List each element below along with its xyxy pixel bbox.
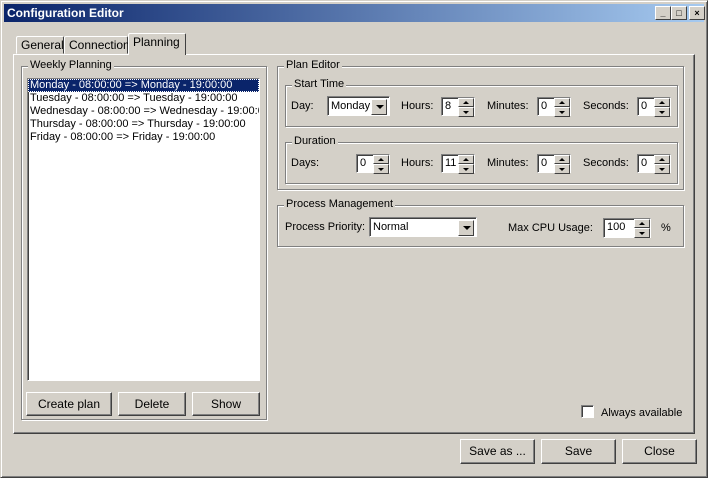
spin-down-icon[interactable] — [634, 228, 650, 238]
spin-up-icon[interactable] — [654, 155, 670, 164]
spin-up-icon[interactable] — [458, 98, 474, 107]
start-minutes-stepper[interactable]: 0 — [537, 97, 571, 117]
start-hours-value: 8 — [445, 100, 452, 112]
day-label: Day: — [291, 100, 314, 112]
max-cpu-label: Max CPU Usage: — [508, 222, 593, 234]
duration-minutes-stepper[interactable]: 0 — [537, 154, 571, 174]
duration-hours-stepper[interactable]: 11 — [441, 154, 475, 174]
list-item[interactable]: Monday - 08:00:00 => Monday - 19:00:00 — [28, 79, 259, 92]
process-management-legend: Process Management — [284, 198, 395, 210]
list-item[interactable]: Wednesday - 08:00:00 => Wednesday - 19:0… — [28, 105, 259, 118]
minimize-button[interactable]: _ — [655, 6, 671, 20]
duration-minutes-label: Minutes: — [487, 157, 529, 169]
duration-hours-value: 11 — [445, 157, 457, 169]
spin-down-icon[interactable] — [554, 164, 570, 174]
weekly-plan-list[interactable]: Monday - 08:00:00 => Monday - 19:00:00 T… — [27, 78, 260, 381]
spin-up-icon[interactable] — [654, 98, 670, 107]
duration-seconds-value: 0 — [641, 157, 648, 169]
plan-editor-legend: Plan Editor — [284, 59, 342, 71]
day-value: Monday — [331, 100, 371, 112]
always-available-label[interactable]: Always available — [601, 406, 682, 420]
start-time-legend: Start Time — [292, 78, 347, 90]
save-as-button[interactable]: Save as ... — [460, 439, 535, 464]
spin-down-icon[interactable] — [654, 164, 670, 174]
start-minutes-label: Minutes: — [487, 100, 529, 112]
spin-up-icon[interactable] — [458, 155, 474, 164]
weekly-planning-legend: Weekly Planning — [28, 59, 114, 71]
close-window-button[interactable]: × — [689, 6, 705, 20]
process-priority-value: Normal — [373, 221, 409, 233]
spin-up-icon[interactable] — [634, 219, 650, 228]
start-seconds-label: Seconds: — [583, 100, 629, 112]
show-button[interactable]: Show — [192, 392, 260, 416]
spin-up-icon[interactable] — [373, 155, 389, 164]
max-cpu-stepper[interactable]: 100 — [603, 218, 651, 238]
create-plan-button[interactable]: Create plan — [26, 392, 112, 416]
tab-connection[interactable]: Connection — [64, 36, 130, 54]
tab-planning[interactable]: Planning — [128, 33, 186, 55]
start-hours-label: Hours: — [401, 100, 434, 112]
duration-seconds-stepper[interactable]: 0 — [637, 154, 671, 174]
max-cpu-value: 100 — [607, 221, 626, 233]
duration-seconds-label: Seconds: — [583, 157, 629, 169]
duration-legend: Duration — [292, 135, 338, 147]
start-seconds-stepper[interactable]: 0 — [637, 97, 671, 117]
spin-down-icon[interactable] — [554, 107, 570, 117]
minimize-icon: _ — [660, 8, 666, 18]
list-item[interactable]: Thursday - 08:00:00 => Thursday - 19:00:… — [28, 118, 259, 131]
day-select[interactable]: Monday — [327, 96, 390, 116]
duration-days-stepper[interactable]: 0 — [356, 154, 390, 174]
process-priority-label: Process Priority: — [285, 221, 366, 233]
process-priority-select[interactable]: Normal — [369, 217, 477, 237]
always-available-checkbox[interactable] — [581, 405, 594, 418]
duration-hours-label: Hours: — [401, 157, 434, 169]
start-minutes-value: 0 — [541, 100, 548, 112]
tab-general[interactable]: General — [16, 36, 64, 54]
spin-up-icon[interactable] — [554, 155, 570, 164]
start-seconds-value: 0 — [641, 100, 648, 112]
close-button[interactable]: Close — [622, 439, 697, 464]
chevron-down-icon[interactable] — [371, 99, 387, 115]
close-icon: × — [694, 8, 700, 18]
spin-down-icon[interactable] — [458, 164, 474, 174]
duration-minutes-value: 0 — [541, 157, 548, 169]
spin-up-icon[interactable] — [554, 98, 570, 107]
cpu-unit-label: % — [661, 222, 671, 234]
title-bar[interactable]: Configuration Editor _ □ × — [4, 4, 705, 22]
start-hours-stepper[interactable]: 8 — [441, 97, 475, 117]
chevron-down-icon[interactable] — [458, 220, 474, 236]
window-title: Configuration Editor — [7, 6, 124, 20]
duration-days-label: Days: — [291, 157, 320, 169]
save-button[interactable]: Save — [541, 439, 616, 464]
list-item[interactable]: Friday - 08:00:00 => Friday - 19:00:00 — [28, 131, 259, 144]
list-item[interactable]: Tuesday - 08:00:00 => Tuesday - 19:00:00 — [28, 92, 259, 105]
spin-down-icon[interactable] — [458, 107, 474, 117]
duration-days-value: 0 — [360, 157, 367, 169]
delete-button[interactable]: Delete — [118, 392, 186, 416]
maximize-button[interactable]: □ — [671, 6, 687, 20]
maximize-icon: □ — [676, 8, 682, 18]
spin-down-icon[interactable] — [373, 164, 389, 174]
spin-down-icon[interactable] — [654, 107, 670, 117]
